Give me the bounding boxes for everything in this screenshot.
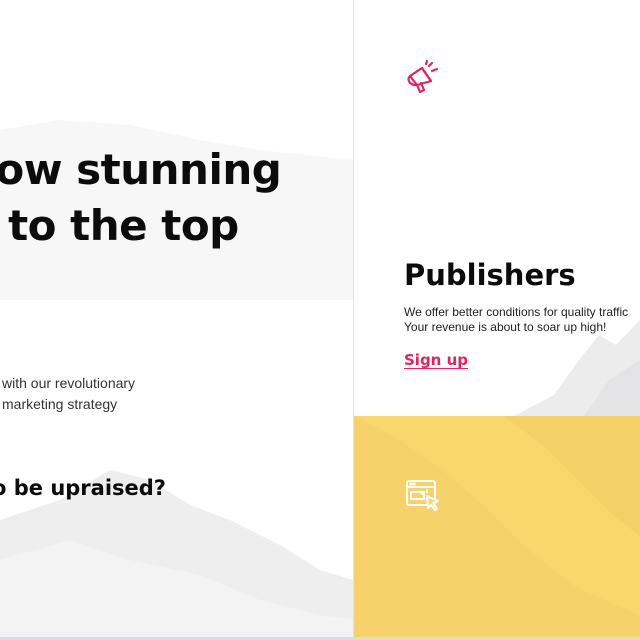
publishers-description-line-2: Your revenue is about to soar up high! xyxy=(404,320,607,334)
hero-subtitle-line-1: with our revolutionary xyxy=(2,375,136,391)
megaphone-icon xyxy=(407,59,439,94)
advertisers-card xyxy=(354,416,640,640)
mountain-background xyxy=(0,120,353,640)
publishers-description-line-1: We offer better conditions for quality t… xyxy=(404,305,629,319)
browser-click-icon xyxy=(406,480,439,511)
publishers-card xyxy=(354,0,640,416)
hero-title-line-1: how stunning xyxy=(0,145,282,194)
mountain-background xyxy=(514,320,640,416)
hero-subtitle-line-2: marketing strategy xyxy=(2,396,118,412)
publishers-description: We offer better conditions for quality t… xyxy=(404,305,640,335)
hero-subtitle: with our revolutionary marketing strateg… xyxy=(2,373,342,415)
hero-title-line-2: e to the top xyxy=(0,201,239,250)
sign-up-link[interactable]: Sign up xyxy=(404,351,468,369)
hero-panel: how stunning e to the top with our revol… xyxy=(0,0,353,640)
hero-title: how stunning e to the top xyxy=(0,142,353,254)
mountain-background xyxy=(354,416,640,640)
hero-question: o be upraised? xyxy=(0,476,166,500)
publishers-title: Publishers xyxy=(404,258,576,292)
